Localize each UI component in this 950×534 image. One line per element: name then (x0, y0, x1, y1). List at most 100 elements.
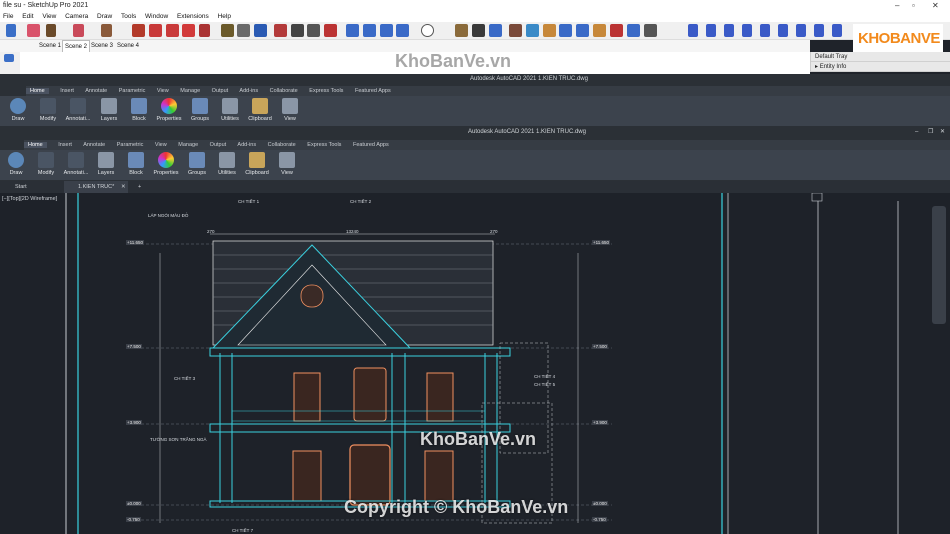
curve-tool-icon[interactable] (688, 24, 698, 37)
doc-tab-start[interactable]: Start (15, 181, 27, 193)
curve-tool-7-icon[interactable] (814, 24, 824, 37)
follow-me-icon[interactable] (472, 24, 485, 37)
extension-warehouse-icon[interactable] (363, 24, 376, 37)
plugin-tool-2-icon[interactable] (627, 24, 640, 37)
zoom-extents-icon[interactable] (324, 24, 337, 37)
curve-tool-6-icon[interactable] (796, 24, 806, 37)
select-tool-icon[interactable] (6, 24, 16, 37)
ribbon-utilities[interactable]: Utilities (217, 98, 243, 122)
ribbon-block[interactable]: Block (126, 98, 152, 122)
tray-entity-info[interactable]: ▸ Entity Info (811, 62, 950, 72)
scene-tab-4[interactable]: Scene 4 (115, 40, 141, 52)
tray-title[interactable]: Default Tray (811, 52, 950, 62)
menu-file[interactable]: File (3, 13, 13, 20)
text-tool-icon[interactable] (237, 24, 250, 37)
user-icon[interactable] (421, 24, 434, 37)
front-ribbon-clipboard[interactable]: Clipboard (244, 152, 270, 176)
menu-extensions[interactable]: Extensions (177, 13, 209, 20)
tab-view[interactable]: View (157, 88, 169, 94)
offset-tool-icon[interactable] (199, 24, 210, 37)
rotate-tool-icon[interactable] (166, 24, 179, 37)
front-ribbon-properties[interactable]: Properties (153, 152, 179, 176)
front-tab-insert[interactable]: Insert (58, 142, 72, 148)
ribbon-view[interactable]: View (277, 98, 303, 122)
menu-help[interactable]: Help (218, 13, 231, 20)
scene-tab-1[interactable]: Scene 1 (37, 40, 63, 52)
sandbox-icon[interactable] (455, 24, 468, 37)
zoom-icon[interactable] (307, 24, 320, 37)
front-ribbon-layers[interactable]: Layers (93, 152, 119, 176)
tab-output[interactable]: Output (212, 88, 229, 94)
ribbon-layers[interactable]: Layers (96, 98, 122, 122)
new-tab-icon[interactable]: + (138, 181, 141, 193)
acad-restore-icon[interactable]: ❐ (928, 127, 933, 138)
menu-tools[interactable]: Tools (121, 13, 136, 20)
layout-icon[interactable] (380, 24, 393, 37)
menu-view[interactable]: View (42, 13, 56, 20)
curve-tool-3-icon[interactable] (724, 24, 734, 37)
maximize-icon[interactable]: ▫ (912, 0, 915, 11)
ribbon-annotation[interactable]: Annotati... (65, 98, 91, 122)
tab-parametric[interactable]: Parametric (119, 88, 146, 94)
front-tab-featured-apps[interactable]: Featured Apps (353, 142, 389, 148)
move-tool-icon[interactable] (149, 24, 162, 37)
front-ribbon-utilities[interactable]: Utilities (214, 152, 240, 176)
tab-collaborate[interactable]: Collaborate (270, 88, 298, 94)
tab-featured-apps[interactable]: Featured Apps (355, 88, 391, 94)
paint-bucket-icon[interactable] (254, 24, 267, 37)
circle-tool-icon[interactable] (778, 24, 788, 37)
curve-tool-8-icon[interactable] (832, 24, 842, 37)
tab-annotate[interactable]: Annotate (85, 88, 107, 94)
menu-edit[interactable]: Edit (22, 13, 33, 20)
plugin-tool-icon[interactable] (610, 24, 623, 37)
front-tab-parametric[interactable]: Parametric (117, 142, 144, 148)
component-icon[interactable] (509, 24, 522, 37)
ribbon-properties[interactable]: Properties (156, 98, 182, 122)
acad-minimize-icon[interactable]: – (915, 127, 918, 138)
styles-icon[interactable] (543, 24, 556, 37)
materials-icon[interactable] (526, 24, 539, 37)
front-tab-addins[interactable]: Add-ins (237, 142, 256, 148)
front-ribbon-groups[interactable]: Groups (184, 152, 210, 176)
warehouse-icon[interactable] (346, 24, 359, 37)
front-ribbon-block[interactable]: Block (123, 152, 149, 176)
fog-icon[interactable] (576, 24, 589, 37)
front-tab-view[interactable]: View (155, 142, 167, 148)
doc-tab-kien-truc[interactable]: 1.KIEN TRUC* (64, 181, 129, 193)
push-pull-icon[interactable] (132, 24, 145, 37)
front-tab-manage[interactable]: Manage (178, 142, 198, 148)
curve-tool-5-icon[interactable] (760, 24, 770, 37)
front-tab-collaborate[interactable]: Collaborate (268, 142, 296, 148)
acad-close-icon[interactable]: ✕ (940, 127, 945, 138)
tab-insert[interactable]: Insert (60, 88, 74, 94)
front-tab-output[interactable]: Output (210, 142, 227, 148)
shadows-icon[interactable] (559, 24, 572, 37)
menu-window[interactable]: Window (145, 13, 168, 20)
front-tab-home[interactable]: Home (24, 142, 47, 148)
ribbon-draw[interactable]: Draw (5, 98, 31, 122)
plugin-tool-3-icon[interactable] (644, 24, 657, 37)
menu-draw[interactable]: Draw (97, 13, 112, 20)
tab-express-tools[interactable]: Express Tools (309, 88, 343, 94)
line-tool-icon[interactable] (46, 24, 56, 37)
scene-tab-2[interactable]: Scene 2 (62, 40, 91, 52)
minimize-icon[interactable]: – (895, 0, 899, 11)
curve-tool-4-icon[interactable] (742, 24, 752, 37)
front-ribbon-draw[interactable]: Draw (3, 152, 29, 176)
front-ribbon-modify[interactable]: Modify (33, 152, 59, 176)
tab-manage[interactable]: Manage (180, 88, 200, 94)
pan-icon[interactable] (291, 24, 304, 37)
ribbon-clipboard[interactable]: Clipboard (247, 98, 273, 122)
arc-tool-icon[interactable] (73, 24, 84, 37)
orbit-icon[interactable] (274, 24, 287, 37)
close-icon[interactable]: ✕ (932, 0, 939, 11)
tab-home[interactable]: Home (26, 88, 49, 94)
front-tab-express-tools[interactable]: Express Tools (307, 142, 341, 148)
front-tab-annotate[interactable]: Annotate (83, 142, 105, 148)
scenes-icon[interactable] (593, 24, 606, 37)
ribbon-groups[interactable]: Groups (187, 98, 213, 122)
menu-camera[interactable]: Camera (65, 13, 88, 20)
curve-tool-2-icon[interactable] (706, 24, 716, 37)
doc-tab-close-icon[interactable]: ✕ (121, 181, 126, 193)
front-ribbon-view[interactable]: View (274, 152, 300, 176)
